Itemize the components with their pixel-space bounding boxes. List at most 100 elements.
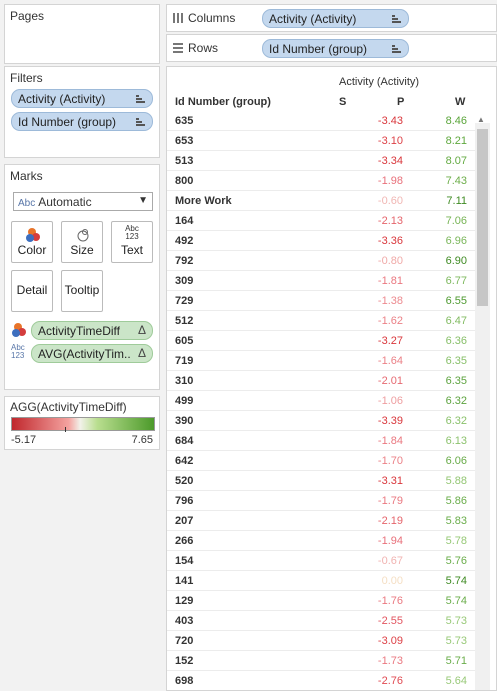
cell-p: -3.43 xyxy=(377,115,403,127)
table-row[interactable]: 310 -2.01 6.35 xyxy=(167,371,475,391)
table-row[interactable]: 403 -2.55 5.73 xyxy=(167,611,475,631)
cell-w: 8.46 xyxy=(445,115,467,127)
text-icon: Abc 123 xyxy=(125,224,139,241)
filters-shelf[interactable]: Filters Activity (Activity) Id Number (g… xyxy=(4,66,160,158)
table-row[interactable]: 152 -1.73 5.71 xyxy=(167,651,475,671)
table-row[interactable]: 642 -1.70 6.06 xyxy=(167,451,475,471)
cell-p: -2.13 xyxy=(377,215,403,227)
chevron-down-icon[interactable]: ▼ xyxy=(138,195,148,206)
size-button[interactable]: Size xyxy=(61,221,103,263)
table-row[interactable]: 720 -3.09 5.73 xyxy=(167,631,475,651)
table-row[interactable]: 635 -3.43 8.46 xyxy=(167,111,475,131)
columns-shelf[interactable]: Columns Activity (Activity) xyxy=(166,4,497,32)
table-row[interactable]: 207 -2.19 5.83 xyxy=(167,511,475,531)
cell-w: 5.64 xyxy=(445,675,467,687)
filter-pill-activity[interactable]: Activity (Activity) xyxy=(11,89,153,108)
color-field-icon xyxy=(11,322,27,341)
table-row[interactable]: 499 -1.06 6.32 xyxy=(167,391,475,411)
cell-p: -1.06 xyxy=(377,395,403,407)
mark-type-dropdown[interactable]: Abc Automatic ▼ xyxy=(13,192,153,211)
table-row[interactable]: 154 -0.67 5.76 xyxy=(167,551,475,571)
cell-p: -2.01 xyxy=(377,375,403,387)
cell-p: -3.31 xyxy=(377,475,403,487)
scroll-up-icon[interactable]: ▲ xyxy=(477,115,485,124)
row-id: 719 xyxy=(175,355,194,367)
marks-field-avg-activitytime[interactable]: AVG(ActivityTim.. Δ xyxy=(31,344,153,363)
sort-descending-icon[interactable] xyxy=(136,117,146,127)
cell-w: 5.74 xyxy=(445,595,467,607)
table-row[interactable]: 266 -1.94 5.78 xyxy=(167,531,475,551)
column-header-w: W xyxy=(455,96,466,108)
table-row[interactable]: 698 -2.76 5.64 xyxy=(167,671,475,690)
sort-descending-icon[interactable] xyxy=(392,14,402,24)
cell-p: -1.94 xyxy=(377,535,403,547)
delta-icon: Δ xyxy=(137,323,146,337)
table-row[interactable]: 684 -1.84 6.13 xyxy=(167,431,475,451)
filter-pill-id-number[interactable]: Id Number (group) xyxy=(11,112,153,131)
table-row[interactable]: 513 -3.34 8.07 xyxy=(167,151,475,171)
rows-shelf[interactable]: Rows Id Number (group) xyxy=(166,34,497,62)
table-row[interactable]: 141 0.00 5.74 xyxy=(167,571,475,591)
marks-field-activitytimediff[interactable]: ActivityTimeDiff Δ xyxy=(31,321,153,340)
cell-w: 6.35 xyxy=(445,355,467,367)
table-row[interactable]: 390 -3.39 6.32 xyxy=(167,411,475,431)
sort-descending-icon[interactable] xyxy=(392,44,402,54)
sort-descending-icon[interactable] xyxy=(136,94,146,104)
cell-w: 5.71 xyxy=(445,655,467,667)
table-row[interactable]: 796 -1.79 5.86 xyxy=(167,491,475,511)
text-field-icon: Abc 123 xyxy=(11,343,25,360)
cell-w: 6.36 xyxy=(445,335,467,347)
abc-icon: Abc xyxy=(18,198,36,209)
row-id: 513 xyxy=(175,155,194,167)
row-id: 635 xyxy=(175,115,194,127)
table-row[interactable]: 520 -3.31 5.88 xyxy=(167,471,475,491)
cell-p: -1.79 xyxy=(377,495,403,507)
cell-p: -1.70 xyxy=(377,455,403,467)
text-button[interactable]: Abc 123 Text xyxy=(111,221,153,263)
row-id: 403 xyxy=(175,615,194,627)
row-id: 129 xyxy=(175,595,194,607)
cell-w: 8.07 xyxy=(445,155,467,167)
row-id: More Work xyxy=(175,195,232,207)
rows-pill-id-number[interactable]: Id Number (group) xyxy=(262,39,409,58)
table-row[interactable]: 164 -2.13 7.06 xyxy=(167,211,475,231)
columns-icon xyxy=(173,12,183,23)
row-id: 499 xyxy=(175,395,194,407)
legend-title: AGG(ActivityTimeDiff) xyxy=(10,400,127,414)
table-row[interactable]: 653 -3.10 8.21 xyxy=(167,131,475,151)
columns-pill-activity[interactable]: Activity (Activity) xyxy=(262,9,409,28)
crosstab-view[interactable]: Activity (Activity) Id Number (group) S … xyxy=(166,66,497,691)
pages-shelf[interactable]: Pages xyxy=(4,4,160,64)
color-legend[interactable]: AGG(ActivityTimeDiff) -5.17 7.65 xyxy=(4,396,160,450)
cell-w: 6.47 xyxy=(445,315,467,327)
table-row[interactable]: 800 -1.98 7.43 xyxy=(167,171,475,191)
cell-w: 5.86 xyxy=(445,495,467,507)
row-id: 520 xyxy=(175,475,194,487)
cell-w: 6.35 xyxy=(445,375,467,387)
color-button[interactable]: Color xyxy=(11,221,53,263)
row-id: 796 xyxy=(175,495,194,507)
rows-shelf-label: Rows xyxy=(173,41,218,55)
table-row[interactable]: 309 -1.81 6.77 xyxy=(167,271,475,291)
marks-title: Marks xyxy=(10,169,43,183)
table-row[interactable]: More Work -0.60 7.11 xyxy=(167,191,475,211)
cell-p: -3.39 xyxy=(377,415,403,427)
row-id: 154 xyxy=(175,555,194,567)
cell-p: -2.76 xyxy=(377,675,403,687)
table-row[interactable]: 719 -1.64 6.35 xyxy=(167,351,475,371)
rows-icon xyxy=(173,42,183,53)
table-row[interactable]: 512 -1.62 6.47 xyxy=(167,311,475,331)
cell-p: -0.80 xyxy=(377,255,403,267)
row-id: 390 xyxy=(175,415,194,427)
table-row[interactable]: 129 -1.76 5.74 xyxy=(167,591,475,611)
table-row[interactable]: 492 -3.36 6.96 xyxy=(167,231,475,251)
cell-p: -3.10 xyxy=(377,135,403,147)
scrollbar-thumb[interactable] xyxy=(477,129,488,306)
table-row[interactable]: 605 -3.27 6.36 xyxy=(167,331,475,351)
table-row[interactable]: 729 -1.38 6.55 xyxy=(167,291,475,311)
table-row[interactable]: 792 -0.80 6.90 xyxy=(167,251,475,271)
detail-button[interactable]: Detail xyxy=(11,270,53,312)
cell-p: -1.62 xyxy=(377,315,403,327)
tooltip-button[interactable]: Tooltip xyxy=(61,270,103,312)
cell-p: 0.00 xyxy=(381,575,403,587)
